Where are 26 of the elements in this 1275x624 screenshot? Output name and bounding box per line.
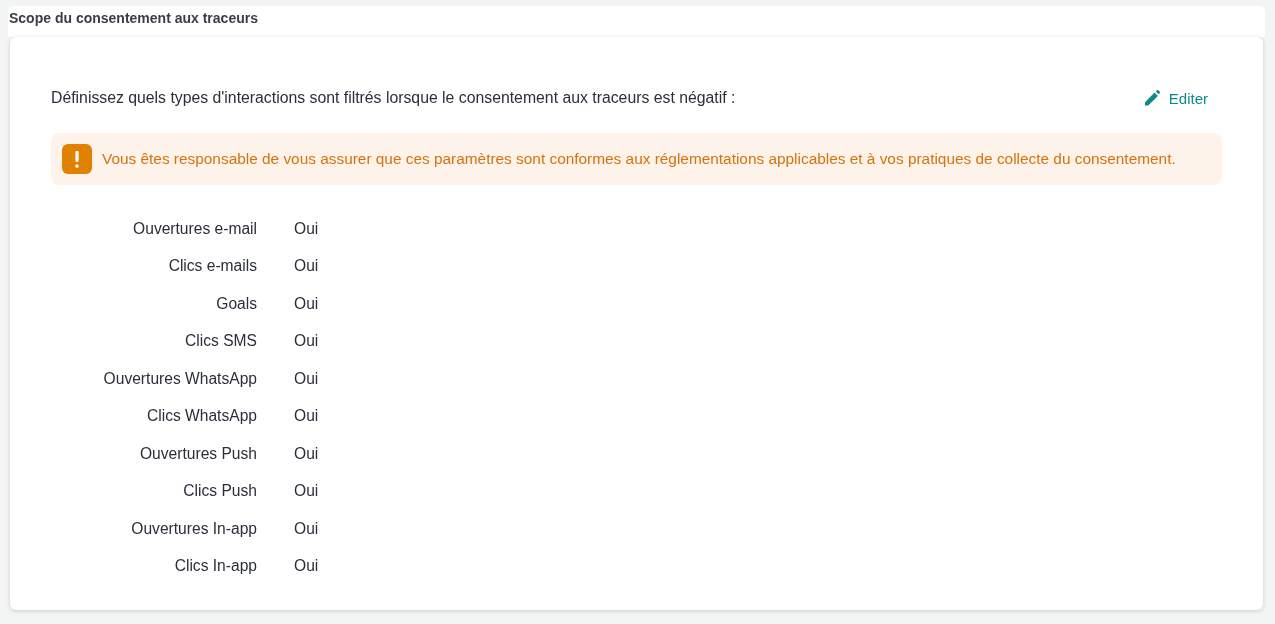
setting-label: Clics e-mails xyxy=(168,257,257,276)
setting-value: Oui xyxy=(294,257,319,276)
setting-value: Oui xyxy=(294,482,319,501)
setting-value: Oui xyxy=(294,332,319,351)
setting-value: Oui xyxy=(294,407,319,426)
section-title: Scope du consentement aux traceurs xyxy=(8,6,1265,37)
setting-value: Oui xyxy=(294,369,319,388)
pencil-icon xyxy=(1143,90,1160,106)
setting-label: Clics SMS xyxy=(185,332,257,351)
setting-label: Clics Push xyxy=(183,482,257,501)
setting-value: Oui xyxy=(294,557,319,576)
setting-value: Oui xyxy=(294,444,319,463)
description-text: Définissez quels types d'interactions sont filtrés lorsque le consentement aux traceurs est négatif : xyxy=(51,89,736,107)
setting-label: Ouvertures e-mail xyxy=(133,219,257,238)
setting-value: Oui xyxy=(294,294,319,313)
setting-label: Ouvertures In-app xyxy=(131,519,257,538)
setting-label: Goals xyxy=(216,294,257,313)
warning-icon xyxy=(62,144,92,174)
setting-value: Oui xyxy=(294,219,319,238)
setting-label: Ouvertures Push xyxy=(140,444,257,463)
setting-label: Ouvertures WhatsApp xyxy=(103,369,257,388)
alert-text: Vous êtes responsable de vous assurer que ces paramètres sont conformes aux réglementations applicables et à vos pratiques de collecte du consentement. xyxy=(102,150,1176,168)
setting-label: Clics In-app xyxy=(174,557,257,576)
edit-button[interactable]: Editer xyxy=(1129,82,1222,114)
setting-value: Oui xyxy=(294,519,319,538)
setting-label: Clics WhatsApp xyxy=(146,407,257,426)
